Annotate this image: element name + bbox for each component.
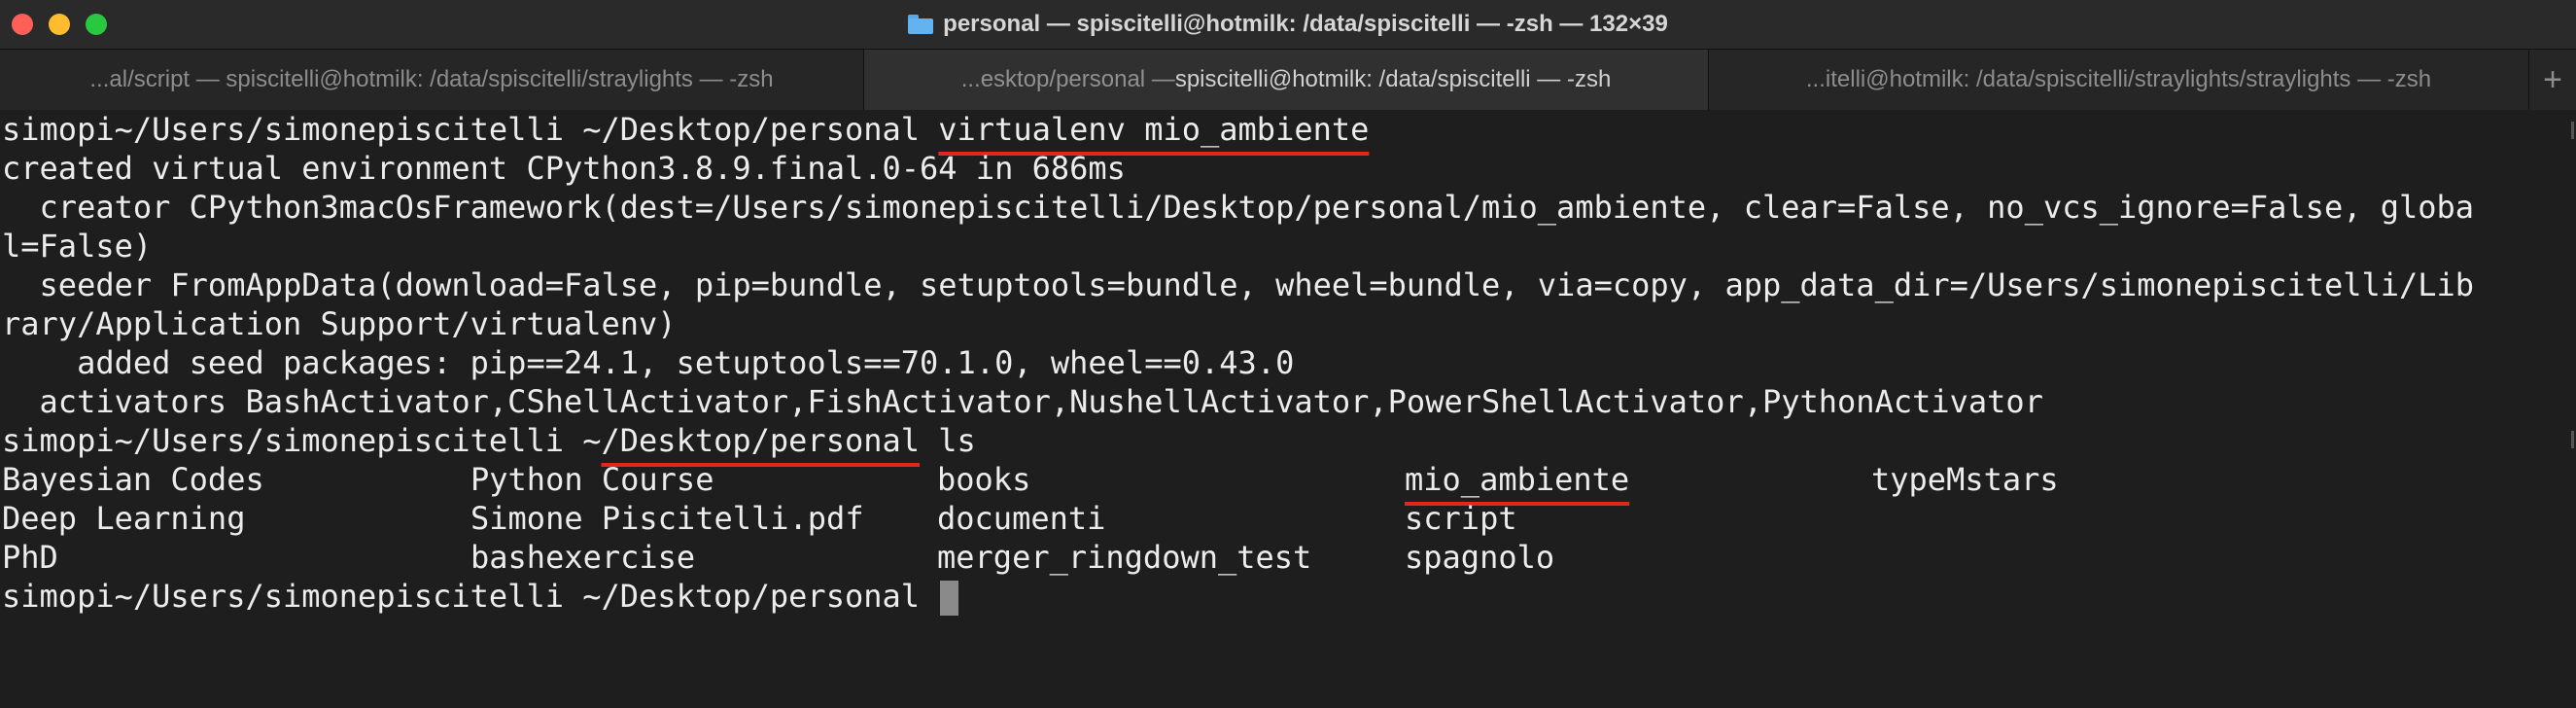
- ls-entry: merger_ringdown_test: [937, 539, 1312, 576]
- ls-entry: script: [1405, 500, 1517, 537]
- terminal-line: rary/Application Support/virtualenv): [2, 305, 677, 342]
- terminal-line: created virtual environment CPython3.8.9…: [2, 150, 1126, 187]
- ls-entry: PhD: [2, 539, 58, 576]
- tab-script[interactable]: ...al/script — spiscitelli@hotmilk: /dat…: [0, 50, 864, 110]
- terminal-output[interactable]: simopi~/Users/simonepiscitelli ~/Desktop…: [0, 110, 2576, 708]
- minimize-button[interactable]: [49, 14, 70, 35]
- tab-label-path: ...esktop/personal —: [960, 66, 1175, 92]
- scroll-marker: [2571, 122, 2574, 139]
- tab-label-host: spiscitelli@hotmilk: /data/spiscitelli —…: [1174, 66, 1612, 92]
- terminal-line-prompt3: simopi~/Users/simonepiscitelli ~/Desktop…: [2, 577, 959, 616]
- text-cursor: [940, 581, 959, 616]
- ls-entry: Deep Learning: [2, 500, 246, 537]
- ls-entry: typeMstars: [1871, 461, 2059, 498]
- terminal-line: activators BashActivator,CShellActivator…: [2, 383, 2043, 420]
- folder-icon: [908, 15, 934, 34]
- close-button[interactable]: [12, 14, 33, 35]
- ls-entry: books: [937, 461, 1031, 498]
- ls-entry: documenti: [937, 500, 1106, 537]
- window-title-group: personal — spiscitelli@hotmilk: /data/sp…: [908, 11, 1668, 38]
- tab-label: ...al/script — spiscitelli@hotmilk: /dat…: [89, 66, 774, 92]
- new-tab-button[interactable]: +: [2529, 50, 2576, 110]
- ls-entry: Bayesian Codes: [2, 461, 264, 498]
- tab-straylights[interactable]: ...itelli@hotmilk: /data/spiscitelli/str…: [1709, 50, 2529, 110]
- command-ls: ls: [920, 422, 976, 459]
- terminal-line-prompt2: simopi~/Users/simonepiscitelli ~/Desktop…: [2, 421, 976, 460]
- terminal-line: l=False): [2, 228, 153, 265]
- plus-icon: +: [2543, 60, 2562, 98]
- window-title: personal — spiscitelli@hotmilk: /data/sp…: [943, 11, 1668, 37]
- scroll-marker: [2571, 431, 2574, 448]
- ls-entry: Simone Piscitelli.pdf: [470, 500, 864, 537]
- prompt-path-underlined: /Desktop/personal: [601, 422, 921, 459]
- prompt: simopi~/Users/simonepiscitelli ~/Desktop…: [2, 111, 939, 148]
- tab-label: ...itelli@hotmilk: /data/spiscitelli/str…: [1805, 66, 2432, 92]
- ls-entry: Python Course: [470, 461, 714, 498]
- command-virtualenv: virtualenv mio_ambiente: [938, 111, 1370, 148]
- tab-bar: ...al/script — spiscitelli@hotmilk: /dat…: [0, 49, 2576, 111]
- zoom-button[interactable]: [86, 14, 107, 35]
- window-controls: [12, 14, 107, 35]
- prompt: simopi~/Users/simonepiscitelli ~: [2, 422, 602, 459]
- ls-entry: bashexercise: [470, 539, 696, 576]
- terminal-line-prompt1: simopi~/Users/simonepiscitelli ~/Desktop…: [2, 110, 1369, 149]
- terminal-line: creator CPython3macOsFramework(dest=/Use…: [2, 189, 2475, 226]
- prompt: simopi~/Users/simonepiscitelli ~/Desktop…: [2, 578, 939, 615]
- terminal-line: added seed packages: pip==24.1, setuptoo…: [2, 344, 1295, 381]
- title-bar: personal — spiscitelli@hotmilk: /data/sp…: [0, 0, 2576, 49]
- ls-entry: spagnolo: [1405, 539, 1555, 576]
- ls-entry-mio-ambiente: mio_ambiente: [1405, 461, 1630, 498]
- tab-personal-active[interactable]: ...esktop/personal — spiscitelli@hotmilk…: [864, 50, 1709, 110]
- terminal-line: seeder FromAppData(download=False, pip=b…: [2, 266, 2475, 303]
